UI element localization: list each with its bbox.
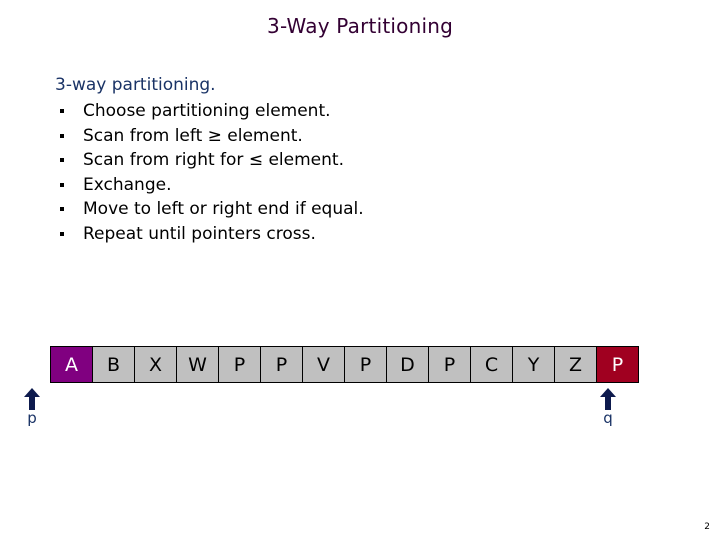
bullet-item: Scan from right for ≤ element. [58,148,364,173]
array-cell: Y [513,347,555,382]
intro-text: 3-way partitioning. [55,75,216,95]
array-cell: P [219,347,261,382]
array-cell: X [135,347,177,382]
bullet-item: Choose partitioning element. [58,99,364,124]
bullet-text: Move to left or right end if equal. [83,199,364,219]
bullet-square-icon [60,231,64,236]
array-cell: P [261,347,303,382]
bullet-item: Repeat until pointers cross. [58,222,364,247]
array-cell: B [93,347,135,382]
bullet-text: Choose partitioning element. [83,101,331,121]
pointer-q-label: q [603,409,613,427]
up-arrow-icon [24,388,40,410]
array-cell: P [345,347,387,382]
bullet-square-icon [60,109,64,113]
bullet-square-icon [60,207,64,211]
array-cell: D [387,347,429,382]
up-arrow-icon [600,388,616,410]
page-number: 2 [704,522,710,532]
slide-title: 3-Way Partitioning [267,14,453,38]
pointer-q: q [600,388,616,426]
bullet-square-icon [60,182,64,187]
bullet-text: Repeat until pointers cross. [83,223,316,244]
array-cell: Z [555,347,597,382]
bullet-text: Scan from left ≥ element. [83,125,303,146]
pointer-p-label: p [27,409,37,427]
array-row: ABXWPPVPDPCYZP [50,346,639,383]
bullet-square-icon [60,158,64,162]
array-cell: W [177,347,219,382]
array-cell: A [51,347,93,382]
array-cell: V [303,347,345,382]
array-cell: P [597,347,639,382]
bullet-item: Move to left or right end if equal. [58,197,364,222]
bullet-square-icon [60,133,64,138]
array-cell: P [429,347,471,382]
bullet-item: Scan from left ≥ element. [58,124,364,149]
bullet-item: Exchange. [58,173,364,198]
bullet-list: Choose partitioning element. Scan from l… [58,99,364,246]
array-cell: C [471,347,513,382]
bullet-text: Exchange. [83,174,172,195]
pointer-p: p [24,388,40,426]
bullet-text: Scan from right for ≤ element. [83,150,344,170]
